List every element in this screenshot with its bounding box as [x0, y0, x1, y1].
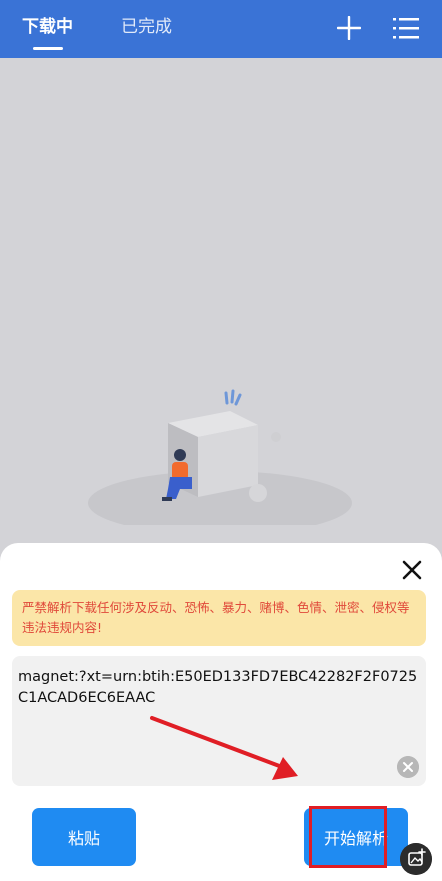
tab-completed[interactable]: 已完成 — [121, 12, 172, 37]
close-icon[interactable] — [400, 558, 424, 582]
magnet-link-input[interactable]: magnet:?xt=urn:btih:E50ED133FD7EBC42282F… — [12, 656, 426, 786]
active-tab-indicator — [33, 47, 63, 50]
paste-button[interactable]: 粘贴 — [32, 808, 136, 866]
clear-input-icon[interactable] — [397, 756, 419, 778]
empty-state-illustration — [88, 389, 352, 525]
tab-downloading[interactable]: 下载中 — [22, 12, 73, 37]
top-bar: 下载中 已完成 — [0, 0, 442, 58]
list-menu-icon[interactable] — [393, 16, 419, 40]
warning-notice: 严禁解析下载任何涉及反动、恐怖、暴力、赌博、色情、泄密、侵权等违法违规内容! — [12, 590, 426, 646]
plus-icon[interactable] — [337, 16, 361, 40]
highlight-box — [309, 806, 387, 868]
add-image-icon[interactable] — [400, 843, 432, 875]
